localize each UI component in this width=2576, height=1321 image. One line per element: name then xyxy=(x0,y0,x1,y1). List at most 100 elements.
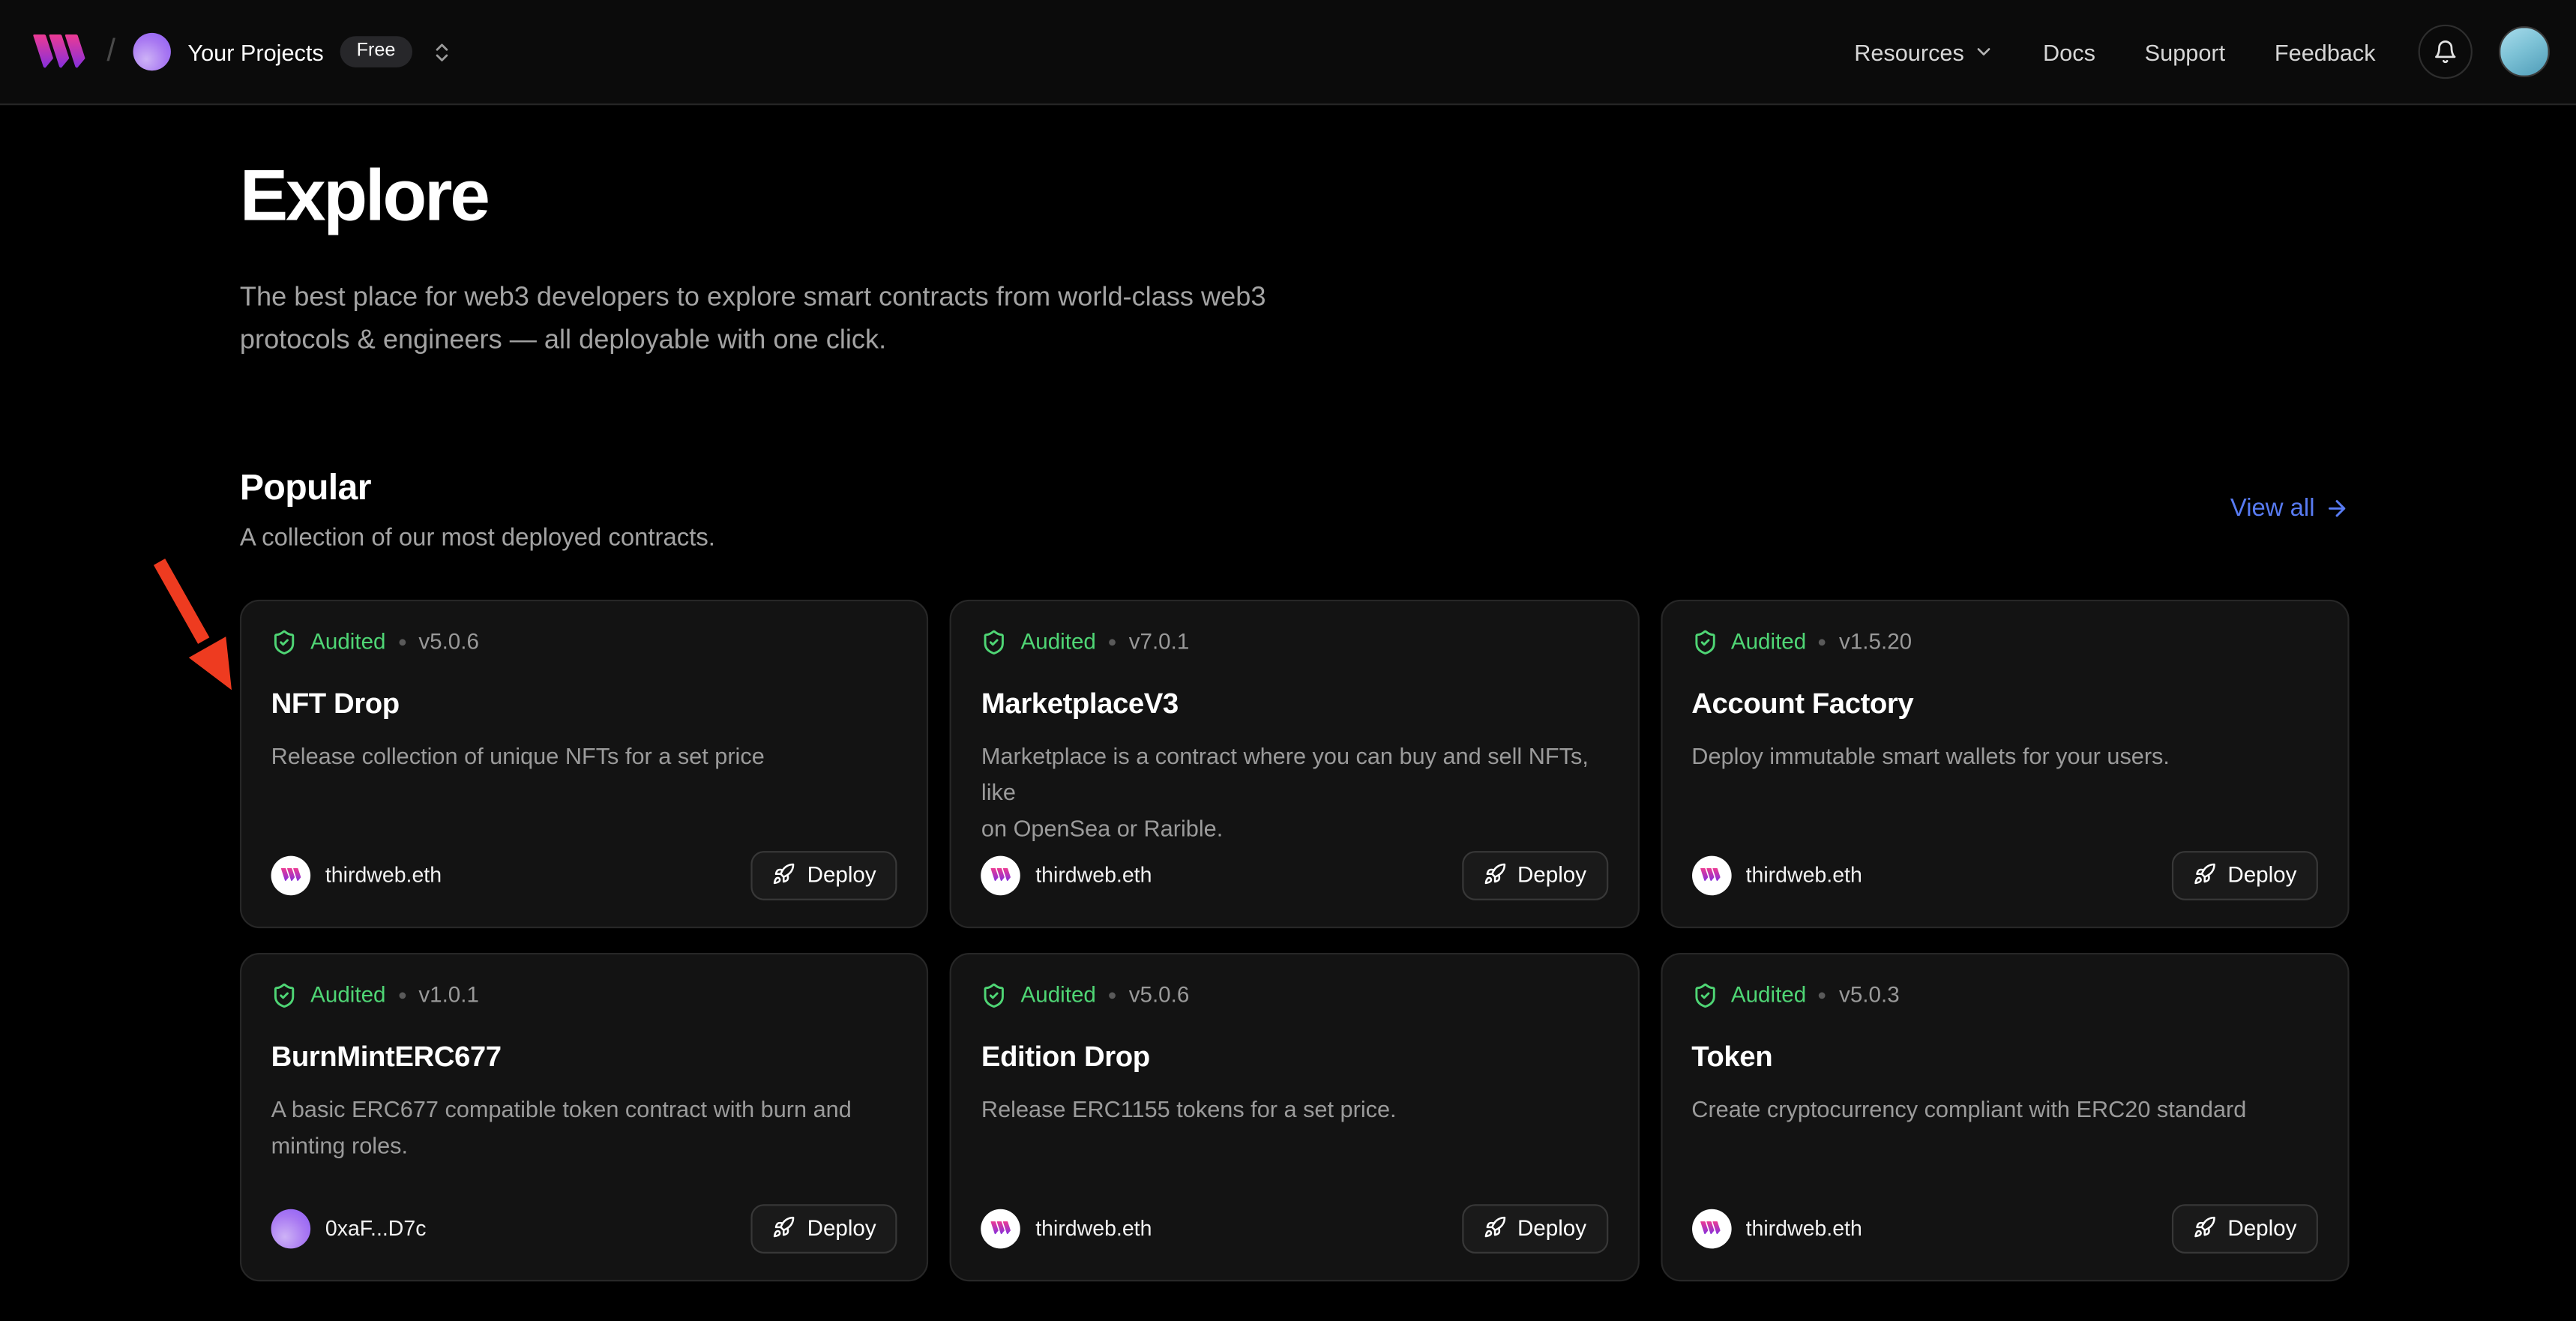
chevrons-up-down-icon xyxy=(430,40,453,64)
contract-card-nft-drop[interactable]: Audited v5.0.6 NFT Drop Release collecti… xyxy=(240,599,929,927)
contract-description-line: minting roles. xyxy=(271,1126,898,1162)
deploy-button[interactable]: Deploy xyxy=(751,850,897,900)
deploy-button[interactable]: Deploy xyxy=(2172,850,2318,900)
contract-description: Create cryptocurrency compliant with ERC… xyxy=(1691,1090,2318,1126)
view-all-label: View all xyxy=(2230,495,2315,523)
card-badge-row: Audited v1.5.20 xyxy=(1691,628,2318,655)
audited-badge: Audited xyxy=(1021,983,1096,1008)
popular-title: Popular xyxy=(240,466,715,508)
nav-link-docs[interactable]: Docs xyxy=(2043,38,2095,64)
publisher-avatar[interactable] xyxy=(1691,855,1731,895)
audited-badge: Audited xyxy=(310,629,385,654)
contract-description-line: Marketplace is a contract where you can … xyxy=(981,737,1608,809)
contract-card-edition-drop[interactable]: Audited v5.0.6 Edition Drop Release ERC1… xyxy=(950,952,1639,1281)
chevron-down-icon xyxy=(1972,41,1993,62)
shield-check-icon xyxy=(271,982,298,1008)
user-avatar[interactable] xyxy=(2499,26,2550,77)
publisher-avatar[interactable] xyxy=(1691,1209,1731,1248)
publisher-name[interactable]: thirdweb.eth xyxy=(1035,863,1152,888)
contract-description-line: on OpenSea or Rarible. xyxy=(981,809,1608,845)
nav-link-feedback[interactable]: Feedback xyxy=(2275,38,2376,64)
shield-check-icon xyxy=(1691,982,1718,1008)
contract-description: Release collection of unique NFTs for a … xyxy=(271,737,898,773)
page-title: Explore xyxy=(240,156,2350,239)
dot-separator xyxy=(399,992,406,999)
publisher-name[interactable]: thirdweb.eth xyxy=(1746,863,1862,888)
contract-description-line: Create cryptocurrency compliant with ERC… xyxy=(1691,1090,2318,1126)
popular-subtitle: A collection of our most deployed contra… xyxy=(240,523,715,551)
card-footer: thirdweb.eth Deploy xyxy=(1691,1203,2318,1253)
publisher-name[interactable]: thirdweb.eth xyxy=(1746,1216,1862,1241)
dot-separator xyxy=(1109,992,1116,999)
card-footer: thirdweb.eth Deploy xyxy=(981,1203,1608,1253)
shield-check-icon xyxy=(981,982,1008,1008)
bell-icon xyxy=(2433,40,2458,64)
contract-title: MarketplaceV3 xyxy=(981,686,1608,720)
shield-check-icon xyxy=(981,628,1008,655)
thirdweb-mini-logo-icon xyxy=(1700,1221,1721,1236)
publisher-avatar[interactable] xyxy=(271,1209,311,1248)
deploy-button[interactable]: Deploy xyxy=(2172,1203,2318,1253)
rocket-icon xyxy=(1483,863,1506,886)
contract-title: BurnMintERC677 xyxy=(271,1039,898,1074)
contract-description-line: Release ERC1155 tokens for a set price. xyxy=(981,1090,1608,1126)
page-subtitle-line1: The best place for web3 developers to ex… xyxy=(240,275,2350,318)
rocket-icon xyxy=(773,863,796,886)
shield-check-icon xyxy=(271,628,298,655)
deploy-button[interactable]: Deploy xyxy=(1461,850,1607,900)
card-badge-row: Audited v5.0.3 xyxy=(1691,982,2318,1008)
card-footer: 0xaF...D7c Deploy xyxy=(271,1203,898,1253)
card-footer: thirdweb.eth Deploy xyxy=(981,850,1608,900)
publisher-name[interactable]: thirdweb.eth xyxy=(325,863,442,888)
contract-card-account-factory[interactable]: Audited v1.5.20 Account Factory Deploy i… xyxy=(1661,599,2350,927)
deploy-label: Deploy xyxy=(1517,1215,1586,1240)
card-badge-row: Audited v7.0.1 xyxy=(981,628,1608,655)
notifications-button[interactable] xyxy=(2419,25,2473,79)
contract-card-burnminterc677[interactable]: Audited v1.0.1 BurnMintERC677 A basic ER… xyxy=(240,952,929,1281)
project-switcher-button[interactable] xyxy=(430,40,453,64)
contract-card-marketplacev3[interactable]: Audited v7.0.1 MarketplaceV3 Marketplace… xyxy=(950,599,1639,927)
thirdweb-logo-icon[interactable] xyxy=(33,33,89,70)
project-name[interactable]: Your Projects xyxy=(187,38,323,64)
view-all-link[interactable]: View all xyxy=(2230,495,2350,523)
publisher-name[interactable]: thirdweb.eth xyxy=(1035,1216,1152,1241)
dot-separator xyxy=(1820,639,1826,646)
card-badge-row: Audited v1.0.1 xyxy=(271,982,898,1008)
thirdweb-mini-logo-icon xyxy=(1700,867,1721,882)
project-avatar[interactable] xyxy=(133,33,171,70)
top-navbar: / Your Projects Free Resources Docs Supp… xyxy=(0,0,2576,105)
deploy-label: Deploy xyxy=(807,1215,876,1240)
nav-link-resources[interactable]: Resources xyxy=(1854,38,1993,64)
contract-description: Release ERC1155 tokens for a set price. xyxy=(981,1090,1608,1126)
audited-badge: Audited xyxy=(1021,629,1096,654)
dot-separator xyxy=(399,639,406,646)
publisher-avatar[interactable] xyxy=(271,855,311,895)
main-content: Explore The best place for web3 develope… xyxy=(0,156,2576,1281)
thirdweb-mini-logo-icon xyxy=(990,867,1011,882)
audited-badge: Audited xyxy=(1731,983,1806,1008)
publisher-avatar[interactable] xyxy=(981,855,1021,895)
contract-title: Edition Drop xyxy=(981,1039,1608,1074)
deploy-button[interactable]: Deploy xyxy=(751,1203,897,1253)
deploy-button[interactable]: Deploy xyxy=(1461,1203,1607,1253)
shield-check-icon xyxy=(1691,628,1718,655)
plan-badge[interactable]: Free xyxy=(340,36,412,67)
version-label: v7.0.1 xyxy=(1129,629,1190,654)
contract-description-line: A basic ERC677 compatible token contract… xyxy=(271,1090,898,1126)
publisher-avatar[interactable] xyxy=(981,1209,1021,1248)
publisher-name[interactable]: 0xaF...D7c xyxy=(325,1216,427,1241)
dot-separator xyxy=(1820,992,1826,999)
breadcrumb-separator: / xyxy=(106,34,115,70)
card-footer: thirdweb.eth Deploy xyxy=(271,850,898,900)
thirdweb-mini-logo-icon xyxy=(280,867,301,882)
page: / Your Projects Free Resources Docs Supp… xyxy=(0,0,2576,1321)
contract-card-token[interactable]: Audited v5.0.3 Token Create cryptocurren… xyxy=(1661,952,2350,1281)
contract-description: Deploy immutable smart wallets for your … xyxy=(1691,737,2318,773)
version-label: v5.0.6 xyxy=(1129,983,1190,1008)
dot-separator xyxy=(1109,639,1116,646)
version-label: v5.0.6 xyxy=(418,629,479,654)
contracts-grid: Audited v5.0.6 NFT Drop Release collecti… xyxy=(240,599,2350,1281)
card-badge-row: Audited v5.0.6 xyxy=(271,628,898,655)
navbar-links: Resources Docs Support Feedback xyxy=(1854,38,2375,64)
nav-link-support[interactable]: Support xyxy=(2145,38,2225,64)
